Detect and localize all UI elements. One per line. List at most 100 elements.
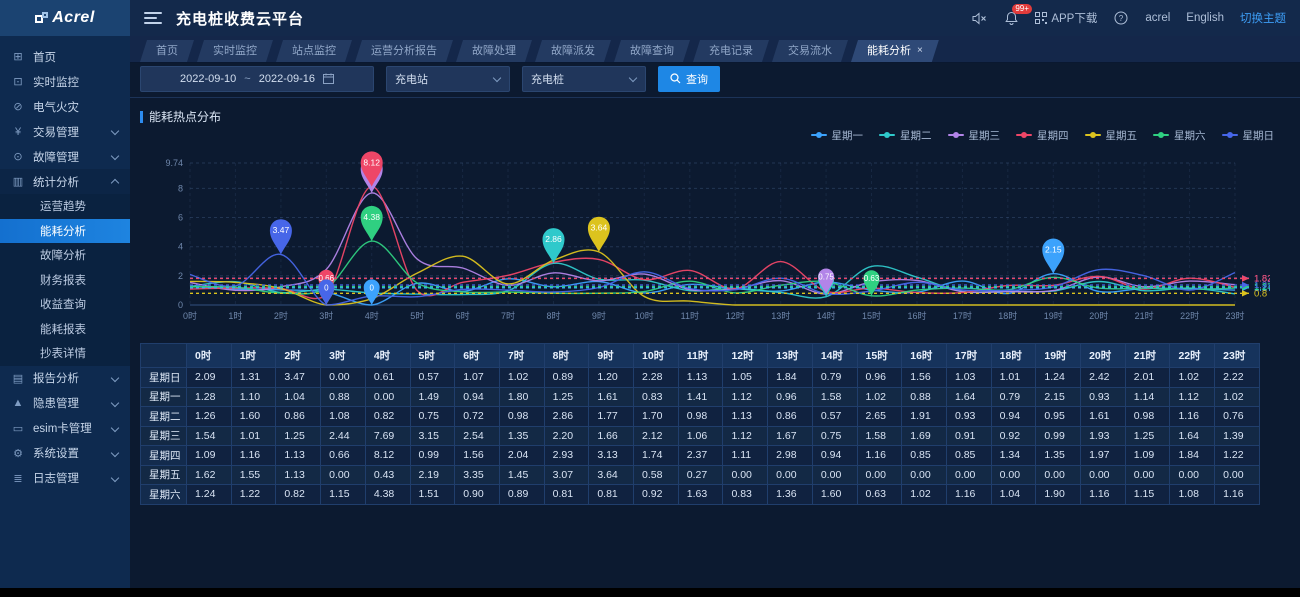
sidebar-item-统计分析[interactable]: ▥统计分析 <box>0 169 130 194</box>
value-cell: 2.54 <box>455 426 500 446</box>
sidebar-subitem-能耗分析[interactable]: 能耗分析 <box>0 219 130 244</box>
column-header-10时: 10时 <box>634 344 679 368</box>
sidebar-subitem-收益查询[interactable]: 收益查询 <box>0 292 130 317</box>
sidebar-subitem-财务报表[interactable]: 财务报表 <box>0 268 130 293</box>
tab-运营分析报告[interactable]: 运营分析报告 <box>355 40 453 62</box>
legend-item-星期六[interactable]: 星期六 <box>1153 128 1206 143</box>
value-cell: 2.15 <box>1036 387 1081 407</box>
sidebar-item-报告分析[interactable]: ▤报告分析 <box>0 366 130 391</box>
value-cell: 0.75 <box>812 426 857 446</box>
sidebar-subitem-故障分析[interactable]: 故障分析 <box>0 243 130 268</box>
chevron-up-icon <box>111 179 119 187</box>
value-cell: 1.60 <box>812 485 857 505</box>
sidebar-item-日志管理[interactable]: ≣日志管理 <box>0 466 130 491</box>
sidebar-item-系统设置[interactable]: ⚙系统设置 <box>0 441 130 466</box>
value-cell: 2.01 <box>1125 368 1170 388</box>
legend-item-星期三[interactable]: 星期三 <box>948 128 1001 143</box>
legend-item-星期五[interactable]: 星期五 <box>1085 128 1138 143</box>
app-download-button[interactable]: APP下载 <box>1035 10 1097 26</box>
legend-item-星期一[interactable]: 星期一 <box>811 128 864 143</box>
legend-label: 星期二 <box>900 128 932 143</box>
filter-toolbar: 2022-09-10 ~ 2022-09-16 充电站 充电桩 查询 <box>130 68 1300 98</box>
mute-icon[interactable] <box>971 10 987 26</box>
help-icon[interactable]: ? <box>1113 10 1129 26</box>
sidebar-subitem-能耗报表[interactable]: 能耗报表 <box>0 317 130 342</box>
value-cell: 1.22 <box>231 485 276 505</box>
row-label: 星期二 <box>141 407 187 427</box>
close-icon[interactable]: × <box>917 40 923 62</box>
legend-item-星期四[interactable]: 星期四 <box>1016 128 1069 143</box>
station-select[interactable]: 充电站 <box>386 66 510 92</box>
sidebar-collapse-icon[interactable] <box>144 9 162 27</box>
column-header-22时: 22时 <box>1170 344 1215 368</box>
tab-故障处理[interactable]: 故障处理 <box>456 40 532 62</box>
value-cell: 0.95 <box>1036 407 1081 427</box>
value-cell: 1.16 <box>1081 485 1126 505</box>
date-range-picker[interactable]: 2022-09-10 ~ 2022-09-16 <box>140 66 374 92</box>
svg-text:20时: 20时 <box>1089 310 1108 321</box>
value-cell: 1.16 <box>946 485 991 505</box>
value-cell: 1.15 <box>321 485 366 505</box>
sidebar-item-交易管理[interactable]: ¥交易管理 <box>0 119 130 144</box>
main-area: 充电桩收费云平台 99+ APP下载 ? acrel English <box>130 0 1300 588</box>
table-row-星期二: 星期二1.261.600.861.080.820.750.720.982.861… <box>141 407 1260 427</box>
value-cell: 0.93 <box>1081 387 1126 407</box>
tab-充电记录[interactable]: 充电记录 <box>693 40 769 62</box>
station-select-value: 充电站 <box>395 71 428 87</box>
sidebar-item-故障管理[interactable]: ⊙故障管理 <box>0 144 130 169</box>
value-cell: 1.93 <box>1081 426 1126 446</box>
tab-label: 故障查询 <box>630 45 674 57</box>
pile-select[interactable]: 充电桩 <box>522 66 646 92</box>
tab-站点监控[interactable]: 站点监控 <box>276 40 352 62</box>
sidebar-item-首页[interactable]: ⊞首页 <box>0 44 130 69</box>
value-cell: 0.91 <box>946 426 991 446</box>
energy-hotspot-chart: 024689.740时1时2时3时4时5时6时7时8时9时10时11时12时13… <box>140 143 1270 333</box>
value-cell: 0.57 <box>812 407 857 427</box>
report-icon: ▤ <box>10 372 26 385</box>
value-cell: 0.83 <box>634 387 679 407</box>
tab-实时监控[interactable]: 实时监控 <box>197 40 273 62</box>
chevron-down-icon <box>111 127 119 135</box>
sidebar-item-电气火灾[interactable]: ⊘电气火灾 <box>0 94 130 119</box>
notification-bell-icon[interactable]: 99+ <box>1003 10 1019 26</box>
legend-item-星期二[interactable]: 星期二 <box>879 128 932 143</box>
value-cell: 1.56 <box>902 368 947 388</box>
svg-text:10时: 10时 <box>635 310 654 321</box>
row-label: 星期日 <box>141 368 187 388</box>
chevron-down-icon <box>111 152 119 160</box>
language-switch[interactable]: English <box>1186 12 1224 24</box>
column-header-9时: 9时 <box>589 344 634 368</box>
value-cell: 0.98 <box>678 407 723 427</box>
tab-故障查询[interactable]: 故障查询 <box>614 40 690 62</box>
value-cell: 2.98 <box>768 446 813 466</box>
value-cell: 1.07 <box>455 368 500 388</box>
sidebar-item-实时监控[interactable]: ⊡实时监控 <box>0 69 130 94</box>
legend-label: 星期四 <box>1037 128 1069 143</box>
legend-item-星期日[interactable]: 星期日 <box>1222 128 1275 143</box>
column-header-21时: 21时 <box>1125 344 1170 368</box>
column-header-7时: 7时 <box>499 344 544 368</box>
value-cell: 1.10 <box>231 387 276 407</box>
date-separator: ~ <box>244 73 250 85</box>
value-cell: 1.02 <box>1170 368 1215 388</box>
value-cell: 0.61 <box>365 368 410 388</box>
value-cell: 1.80 <box>499 387 544 407</box>
svg-text:0: 0 <box>324 283 329 292</box>
value-cell: 1.70 <box>634 407 679 427</box>
tab-故障派发[interactable]: 故障派发 <box>535 40 611 62</box>
sidebar-subitem-抄表详情[interactable]: 抄表详情 <box>0 341 130 366</box>
theme-switch-link[interactable]: 切换主题 <box>1240 10 1286 26</box>
value-cell: 1.61 <box>1081 407 1126 427</box>
value-cell: 0.88 <box>321 387 366 407</box>
sidebar-subitem-运营趋势[interactable]: 运营趋势 <box>0 194 130 219</box>
svg-text:4.38: 4.38 <box>363 212 380 222</box>
sidebar-item-隐患管理[interactable]: ▲隐患管理 <box>0 391 130 416</box>
stats-icon: ▥ <box>10 175 26 188</box>
search-button[interactable]: 查询 <box>658 66 720 92</box>
tab-能耗分析[interactable]: 能耗分析× <box>851 40 939 62</box>
tab-交易流水[interactable]: 交易流水 <box>772 40 848 62</box>
svg-text:18时: 18时 <box>998 310 1017 321</box>
tab-首页[interactable]: 首页 <box>140 40 194 62</box>
user-menu[interactable]: acrel <box>1145 12 1170 24</box>
sidebar-item-esim卡管理[interactable]: ▭esim卡管理 <box>0 416 130 441</box>
